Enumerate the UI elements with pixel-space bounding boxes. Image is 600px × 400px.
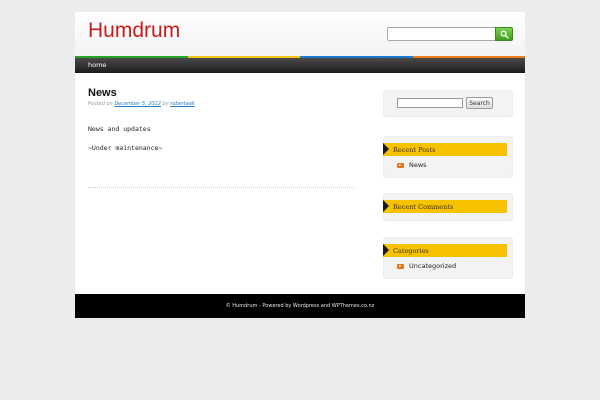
post-paragraph: ~Under maintenance~ <box>88 144 163 152</box>
site-header: Humdrum <box>75 12 525 56</box>
list-item[interactable]: Uncategorized <box>397 261 512 271</box>
sidebar: Search Recent Posts News Recent Comments <box>383 90 513 279</box>
header-search-button[interactable] <box>495 27 513 41</box>
header-search-input[interactable] <box>387 27 495 41</box>
header-search <box>387 27 513 41</box>
recent-comments-title: Recent Comments <box>393 202 454 211</box>
nav-item-home[interactable]: home <box>88 61 106 69</box>
recent-posts-title: Recent Posts <box>393 145 436 154</box>
bullet-arrow-icon <box>397 162 404 168</box>
main-nav: home <box>75 58 525 73</box>
categories-header: Categories <box>383 244 507 257</box>
footer-text: © Humdrum - Powered by Wordpress and WPT… <box>225 303 375 309</box>
recent-posts-list: News <box>384 156 512 176</box>
magnifier-icon <box>500 30 509 39</box>
header-notch-icon <box>383 244 389 256</box>
sidebar-search-widget: Search <box>383 90 513 117</box>
category-link[interactable]: Uncategorized <box>409 262 456 270</box>
recent-posts-header: Recent Posts <box>383 143 507 156</box>
header-notch-icon <box>383 200 389 212</box>
categories-title: Categories <box>393 246 429 255</box>
sidebar-search-input[interactable] <box>397 98 463 108</box>
bullet-arrow-icon <box>397 263 404 269</box>
post-paragraph: News and updates <box>88 125 151 133</box>
recent-comments-header: Recent Comments <box>383 200 507 213</box>
categories-widget: Categories Uncategorized <box>383 237 513 279</box>
page-container: Humdrum home News Posted on December 5, … <box>75 12 525 318</box>
post-meta: Posted on December 5, 2012 by robertaak <box>88 101 358 107</box>
recent-comments-widget: Recent Comments <box>383 193 513 221</box>
post-meta-prefix: Posted on <box>88 101 113 107</box>
post-title[interactable]: News <box>88 87 358 99</box>
header-notch-icon <box>383 143 389 155</box>
sidebar-search-button[interactable]: Search <box>466 97 493 109</box>
categories-list: Uncategorized <box>384 257 512 277</box>
post-meta-by: by <box>162 101 169 107</box>
site-footer: © Humdrum - Powered by Wordpress and WPT… <box>75 294 525 318</box>
site-title-link[interactable]: Humdrum <box>88 19 180 43</box>
post-author-link[interactable]: robertaak <box>170 101 194 107</box>
post-date-link[interactable]: December 5, 2012 <box>114 101 161 107</box>
post-separator <box>88 187 354 188</box>
recent-post-link[interactable]: News <box>409 161 427 169</box>
post-body: News and updates ~Under maintenance~ <box>88 125 358 152</box>
recent-posts-widget: Recent Posts News <box>383 136 513 178</box>
main-content: News Posted on December 5, 2012 by rober… <box>88 87 358 188</box>
list-item[interactable]: News <box>397 160 512 170</box>
